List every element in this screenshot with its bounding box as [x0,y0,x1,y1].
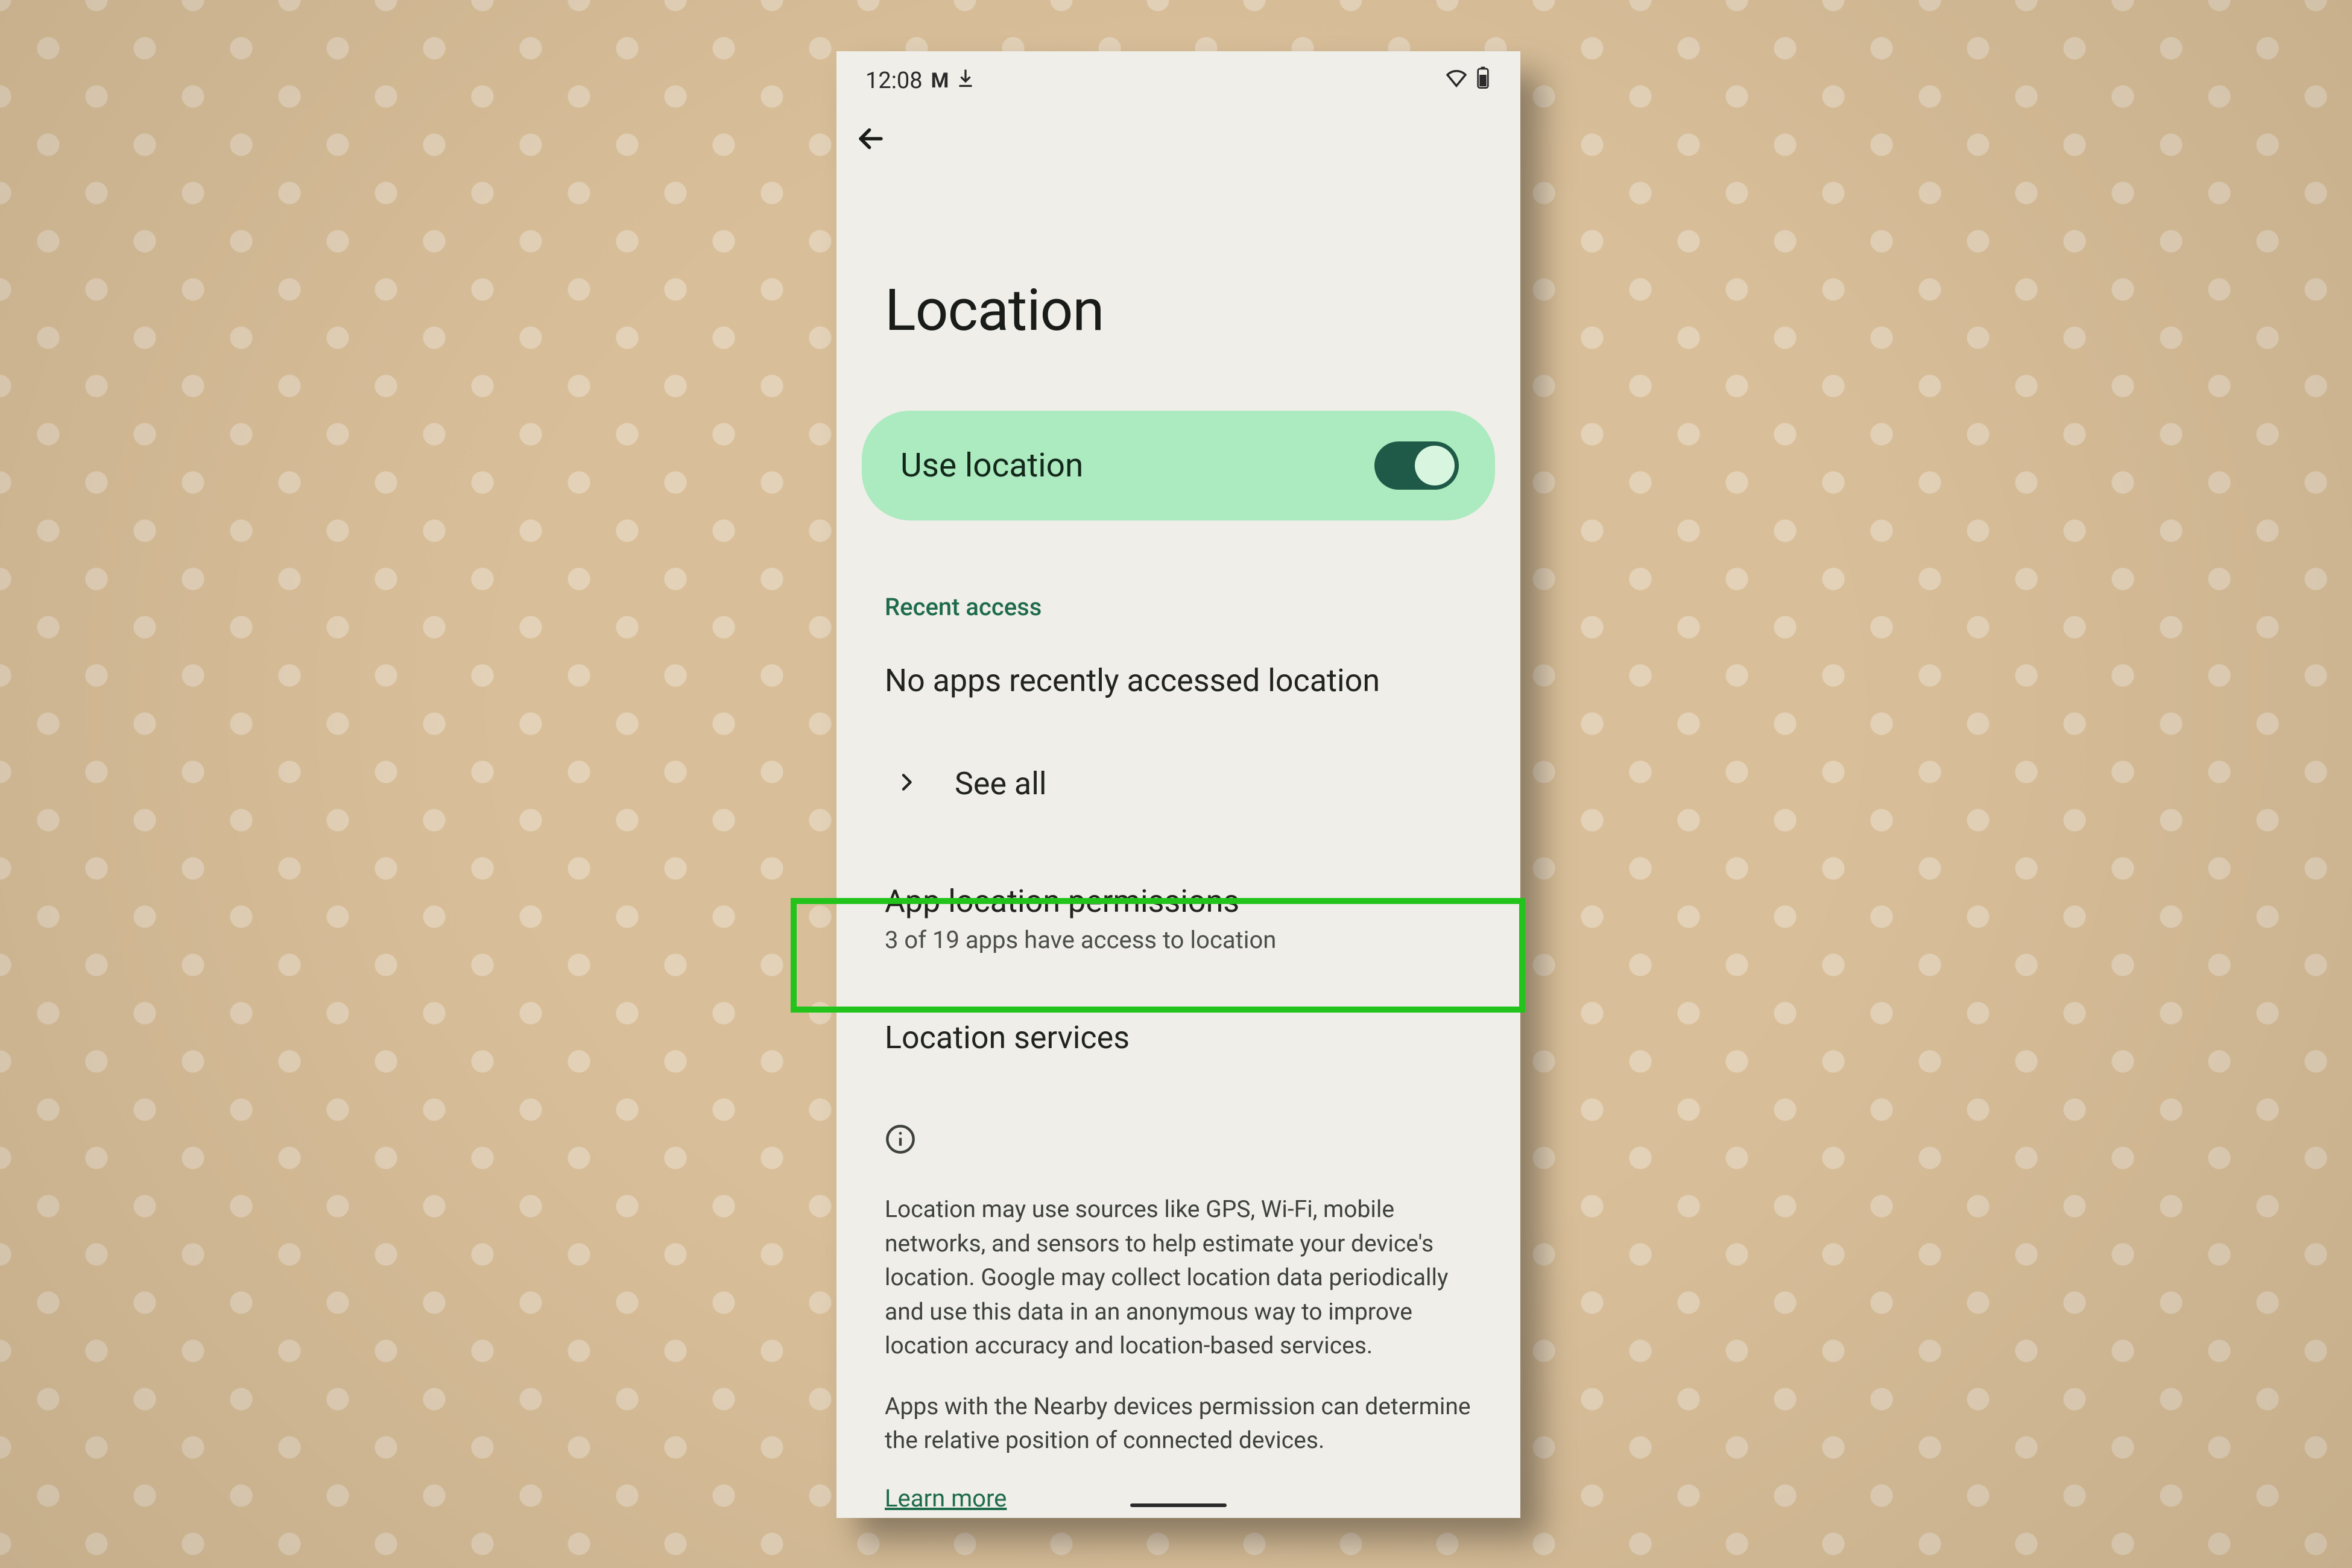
phone-frame: 12:08 M [836,51,1520,1518]
page-title: Location [836,159,1520,344]
switch-knob [1415,446,1455,485]
use-location-switch[interactable] [1374,441,1459,490]
wifi-icon [1444,66,1468,96]
use-location-label: Use location [900,446,1083,485]
recent-access-empty: No apps recently accessed location [836,621,1520,699]
app-location-permissions-row[interactable]: App location permissions 3 of 19 apps ha… [836,802,1520,954]
battery-icon [1476,66,1490,96]
see-all-button[interactable]: See all [836,699,1520,802]
location-info-paragraph-1: Location may use sources like GPS, Wi-Fi… [836,1157,1520,1363]
location-info-paragraph-2: Apps with the Nearby devices permission … [836,1363,1520,1458]
back-button[interactable] [853,147,888,159]
app-location-permissions-subtitle: 3 of 19 apps have access to location [885,920,1520,954]
status-bar: 12:08 M [836,51,1520,103]
see-all-label: See all [955,765,1047,802]
chevron-right-icon [894,765,918,802]
location-services-row[interactable]: Location services [836,954,1520,1056]
use-location-toggle-row[interactable]: Use location [862,411,1495,520]
nav-bar [836,103,1520,159]
gmail-icon: M [931,69,947,93]
learn-more-link[interactable]: Learn more [836,1458,1007,1513]
home-indicator[interactable] [1130,1503,1227,1507]
status-time: 12:08 [865,68,923,94]
info-icon [836,1056,1520,1157]
download-icon [955,67,976,95]
recent-access-header: Recent access [836,520,1520,621]
app-location-permissions-title: App location permissions [885,883,1520,920]
